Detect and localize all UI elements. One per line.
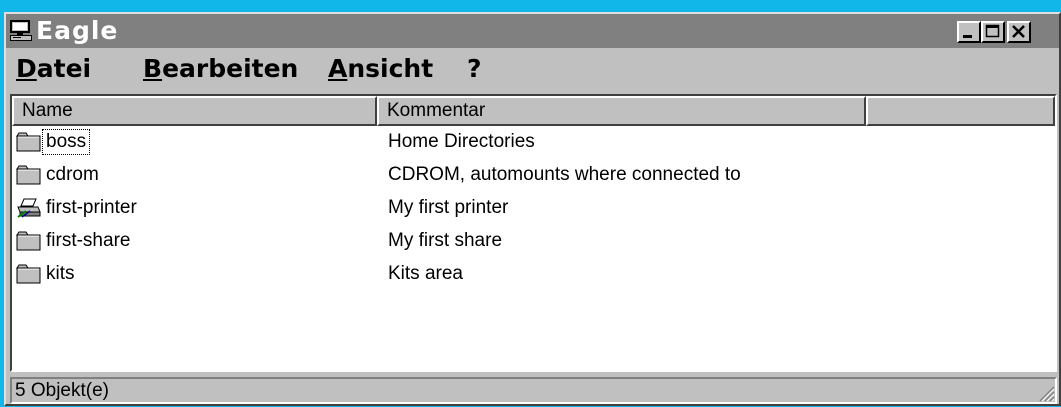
item-name: boss <box>41 129 91 155</box>
list-item[interactable]: first-printer My first printer <box>12 193 1052 226</box>
column-header-empty[interactable] <box>866 96 1055 126</box>
maximize-button[interactable] <box>981 21 1005 43</box>
explorer-window: Eagle Datei Bearbeiten Ansicht ? Name Ko… <box>4 12 1061 406</box>
file-list[interactable]: Name Kommentar boss Home Directories cdr… <box>10 94 1057 372</box>
column-header-name[interactable]: Name <box>12 96 377 126</box>
minimize-button[interactable] <box>957 21 981 43</box>
item-comment: Home Directories <box>388 131 535 152</box>
item-name: kits <box>46 263 75 284</box>
menu-bar: Datei Bearbeiten Ansicht ? <box>6 51 1059 87</box>
computer-icon[interactable] <box>8 18 34 44</box>
list-item[interactable]: boss Home Directories <box>12 127 1052 160</box>
status-text: 5 Objekt(e) <box>15 380 109 401</box>
folder-icon <box>16 131 42 153</box>
column-header-kommentar[interactable]: Kommentar <box>377 96 866 126</box>
menu-datei[interactable]: Datei <box>16 51 91 87</box>
item-name: first-share <box>46 230 131 251</box>
minimize-icon <box>963 35 972 38</box>
maximize-icon <box>985 24 1000 38</box>
folder-icon <box>16 230 42 252</box>
resize-grip-icon[interactable] <box>1035 382 1055 402</box>
item-comment: My first printer <box>388 197 509 218</box>
list-item[interactable]: first-share My first share <box>12 226 1052 259</box>
folder-icon <box>16 164 42 186</box>
printer-icon <box>16 197 42 219</box>
title-bar[interactable]: Eagle <box>6 14 1059 48</box>
item-name: cdrom <box>46 164 99 185</box>
item-comment: My first share <box>388 230 503 251</box>
menu-ansicht[interactable]: Ansicht <box>328 51 433 87</box>
menu-help[interactable]: ? <box>467 51 482 87</box>
window-title: Eagle <box>36 16 119 45</box>
folder-icon <box>16 263 42 285</box>
close-button[interactable] <box>1007 21 1031 43</box>
item-name: first-printer <box>46 197 137 218</box>
status-bar: 5 Objekt(e) <box>10 377 1057 404</box>
list-header: Name Kommentar <box>12 96 1055 126</box>
list-item[interactable]: cdrom CDROM, automounts where connected … <box>12 160 1052 193</box>
item-comment: CDROM, automounts where connected to <box>388 164 741 185</box>
list-item[interactable]: kits Kits area <box>12 259 1052 292</box>
item-comment: Kits area <box>388 263 463 284</box>
menu-bearbeiten[interactable]: Bearbeiten <box>143 51 298 87</box>
close-icon <box>1012 25 1025 38</box>
